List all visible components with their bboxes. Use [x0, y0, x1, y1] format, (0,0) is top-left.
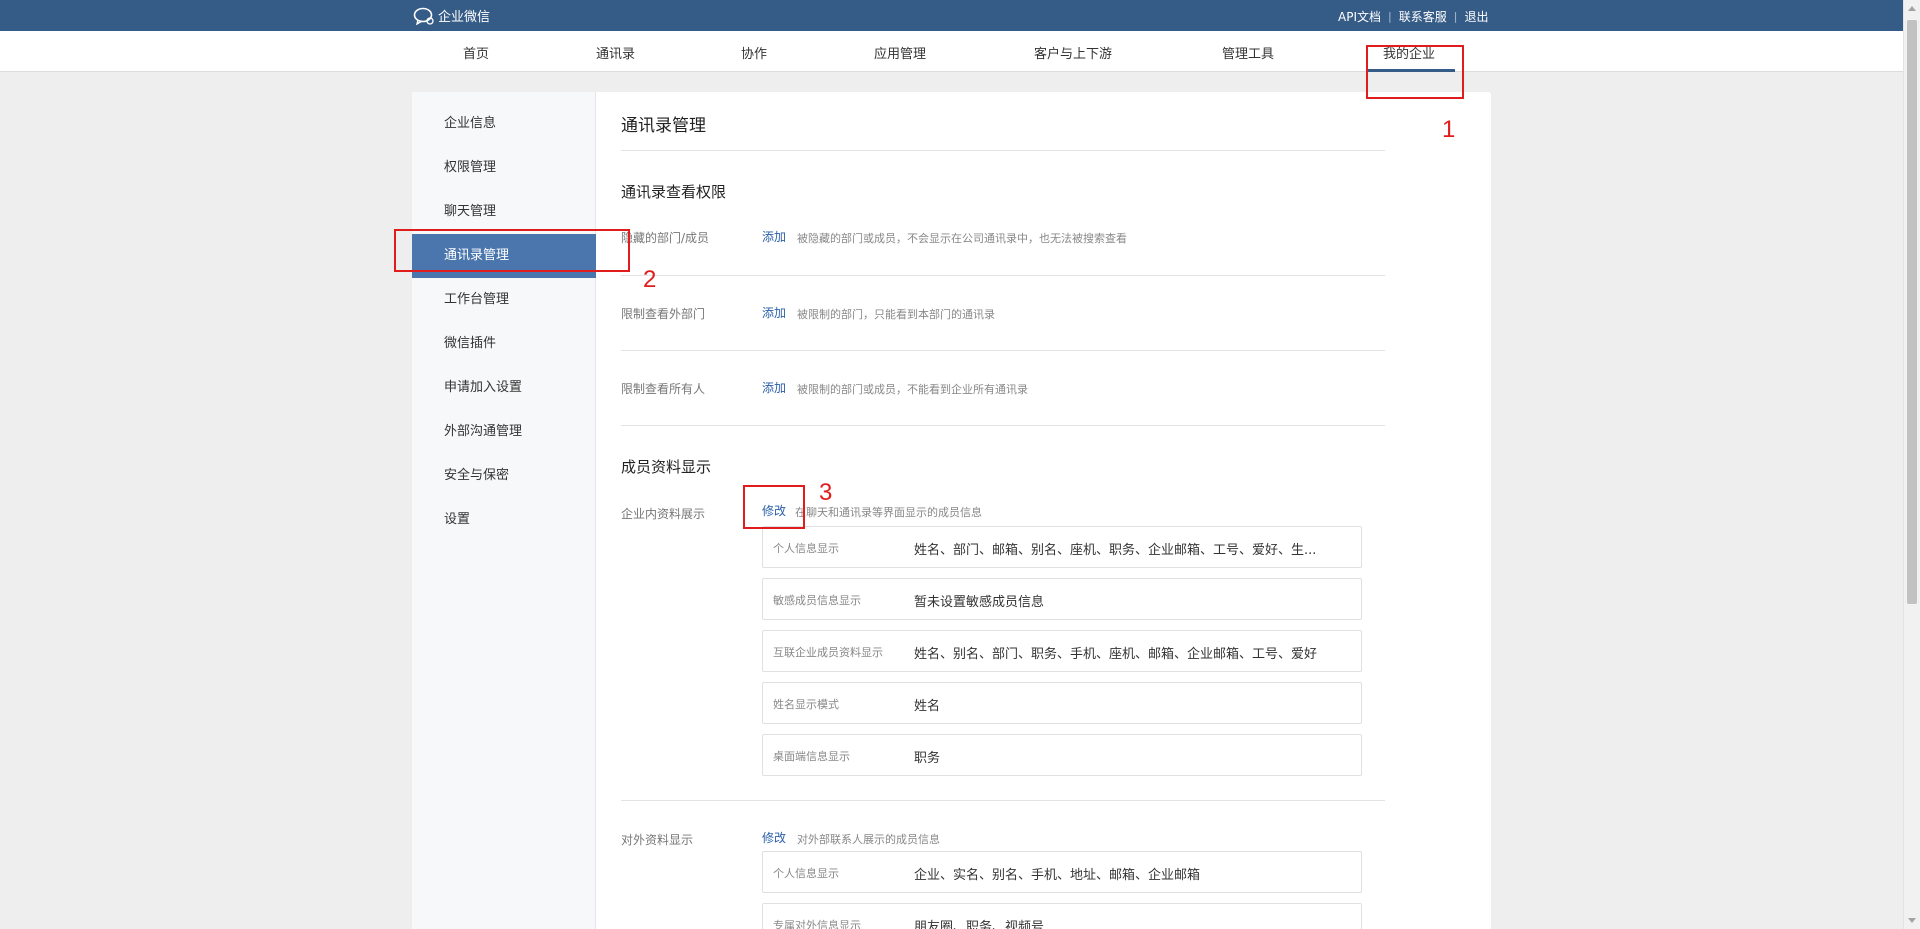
row-desc-restrict-all: 被限制的部门或成员，不能看到企业所有通讯录	[797, 383, 1028, 396]
info-key: 桌面端信息显示	[773, 750, 850, 763]
sidebar-item-enterprise-info[interactable]: 企业信息	[412, 102, 596, 146]
info-value: 职务	[914, 751, 941, 766]
scroll-up-icon[interactable]	[1908, 6, 1916, 11]
row-label-restrict-other-depts: 限制查看外部门	[621, 307, 706, 321]
top-links: API文档 | 联系客服 | 退出	[1338, 8, 1488, 25]
row-label-external-display: 对外资料显示	[621, 833, 694, 847]
info-value: 姓名	[914, 699, 941, 714]
row-desc-hidden-members: 被隐藏的部门或成员，不会显示在公司通讯录中，也无法被搜索查看	[797, 232, 1127, 245]
sidebar-item-wechat-plugin[interactable]: 微信插件	[412, 322, 596, 366]
info-key: 个人信息显示	[773, 867, 839, 880]
annotation-number-3: 3	[819, 479, 833, 506]
api-docs-link[interactable]: API文档	[1338, 8, 1381, 25]
info-row-external-personal-info: 个人信息显示 企业、实名、别名、手机、地址、邮箱、企业邮箱	[762, 851, 1362, 893]
divider	[621, 350, 1385, 351]
info-key: 敏感成员信息显示	[773, 594, 861, 607]
divider	[621, 425, 1385, 426]
info-row-personal-info: 个人信息显示 姓名、部门、邮箱、别名、座机、职务、企业邮箱、工号、爱好、生...	[762, 526, 1362, 568]
info-row-name-mode: 姓名显示模式 姓名	[762, 682, 1362, 724]
content-card: 企业信息 权限管理 聊天管理 通讯录管理 工作台管理 微信插件 申请加入设置 外…	[412, 92, 1491, 929]
add-restrict-all-link[interactable]: 添加	[762, 379, 786, 396]
annotation-number-1: 1	[1442, 116, 1456, 143]
annotation-box-2	[394, 229, 630, 272]
sidebar-item-join-settings[interactable]: 申请加入设置	[412, 366, 596, 410]
sidebar: 企业信息 权限管理 聊天管理 通讯录管理 工作台管理 微信插件 申请加入设置 外…	[412, 92, 596, 929]
info-key: 姓名显示模式	[773, 698, 839, 711]
sidebar-item-settings[interactable]: 设置	[412, 498, 596, 542]
info-value: 姓名、别名、部门、职务、手机、座机、邮箱、企业邮箱、工号、爱好	[914, 647, 1318, 662]
section-title-view-permission: 通讯录查看权限	[621, 183, 727, 201]
sidebar-item-security[interactable]: 安全与保密	[412, 454, 596, 498]
scrollbar-thumb[interactable]	[1907, 20, 1917, 604]
info-row-sensitive-info: 敏感成员信息显示 暂未设置敏感成员信息	[762, 578, 1362, 620]
wecom-logo-icon	[413, 7, 434, 25]
info-value: 暂未设置敏感成员信息	[914, 595, 1045, 610]
row-desc-restrict-other-depts: 被限制的部门，只能看到本部门的通讯录	[797, 308, 995, 321]
page-title: 通讯录管理	[621, 116, 706, 136]
nav-contacts[interactable]: 通讯录	[596, 43, 635, 62]
annotation-box-1	[1366, 45, 1464, 99]
sidebar-item-permissions[interactable]: 权限管理	[412, 146, 596, 190]
divider	[621, 800, 1385, 801]
page-scrollbar[interactable]	[1903, 0, 1920, 929]
divider	[621, 275, 1385, 276]
row-desc-external-display: 对外部联系人展示的成员信息	[797, 833, 940, 846]
sidebar-item-external-comm[interactable]: 外部沟通管理	[412, 410, 596, 454]
row-label-internal-display: 企业内资料展示	[621, 507, 706, 521]
logout-link[interactable]: 退出	[1464, 8, 1488, 25]
contact-support-link[interactable]: 联系客服	[1399, 8, 1447, 25]
info-value: 朋友圈、职务、视频号	[914, 920, 1045, 929]
sidebar-item-chat[interactable]: 聊天管理	[412, 190, 596, 234]
row-label-restrict-all: 限制查看所有人	[621, 382, 706, 396]
brand-name: 企业微信	[438, 10, 491, 25]
annotation-number-2: 2	[643, 266, 657, 293]
add-restrict-other-depts-link[interactable]: 添加	[762, 304, 786, 321]
section-title-member-display: 成员资料显示	[621, 458, 712, 476]
nav-collaboration[interactable]: 协作	[741, 43, 767, 62]
info-key: 个人信息显示	[773, 542, 839, 555]
row-label-hidden-members: 隐藏的部门/成员	[621, 231, 710, 245]
divider: |	[1388, 10, 1392, 23]
info-value: 企业、实名、别名、手机、地址、邮箱、企业邮箱	[914, 868, 1201, 883]
divider	[621, 150, 1385, 151]
brand-logo[interactable]: 企业微信	[413, 6, 490, 25]
info-row-external-exclusive-info: 专属对外信息显示 朋友圈、职务、视频号	[762, 903, 1362, 929]
nav-home[interactable]: 首页	[463, 43, 489, 62]
annotation-box-3	[743, 485, 805, 529]
sidebar-item-workbench[interactable]: 工作台管理	[412, 278, 596, 322]
info-value: 姓名、部门、邮箱、别名、座机、职务、企业邮箱、工号、爱好、生...	[914, 543, 1317, 558]
info-row-desktop-info: 桌面端信息显示 职务	[762, 734, 1362, 776]
nav-app-management[interactable]: 应用管理	[874, 43, 926, 62]
divider: |	[1453, 10, 1458, 23]
edit-external-display-link[interactable]: 修改	[762, 829, 786, 846]
scroll-down-icon[interactable]	[1908, 918, 1916, 923]
nav-management-tools[interactable]: 管理工具	[1222, 43, 1274, 62]
main-nav: 首页 通讯录 协作 应用管理 客户与上下游 管理工具 我的企业	[0, 31, 1920, 72]
info-row-partner-info: 互联企业成员资料显示 姓名、别名、部门、职务、手机、座机、邮箱、企业邮箱、工号、…	[762, 630, 1362, 672]
top-bar: 企业微信 API文档 | 联系客服 | 退出	[0, 0, 1920, 31]
info-key: 专属对外信息显示	[773, 919, 861, 929]
add-hidden-members-link[interactable]: 添加	[762, 228, 786, 245]
info-key: 互联企业成员资料显示	[773, 646, 883, 659]
nav-customers[interactable]: 客户与上下游	[1034, 43, 1112, 62]
